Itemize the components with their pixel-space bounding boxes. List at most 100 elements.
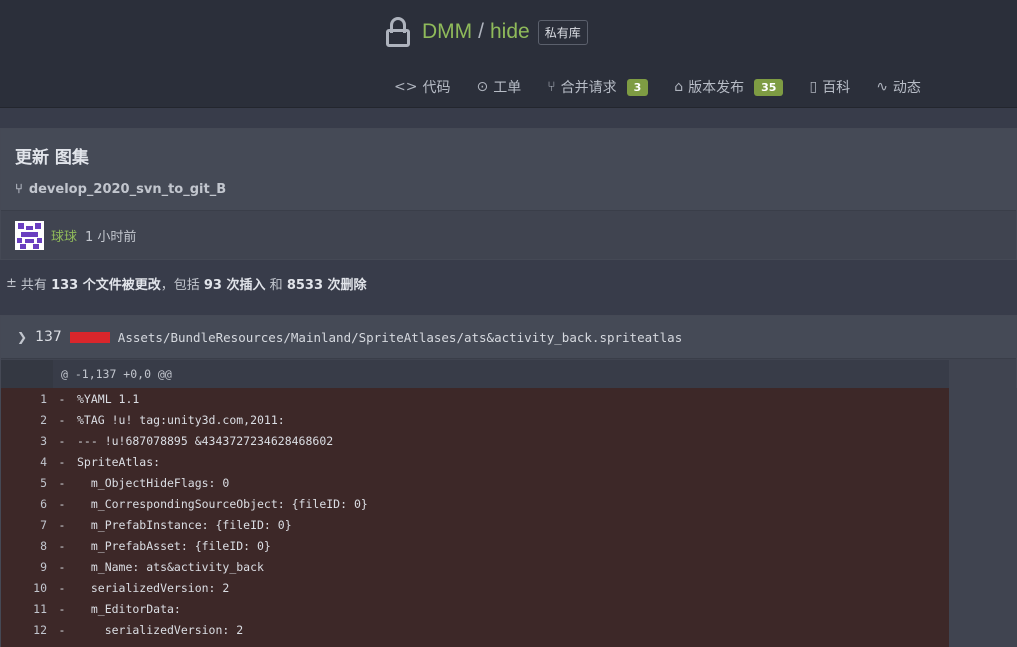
diff-line: 2- %TAG !u! tag:unity3d.com,2011: <box>1 409 949 430</box>
diff-marker: - <box>58 475 66 490</box>
stats-files: 133 个文件被更改 <box>51 278 161 293</box>
line-number[interactable]: 11 <box>1 602 47 616</box>
line-number[interactable]: 7 <box>1 518 47 532</box>
lock-icon <box>384 15 412 49</box>
tab-pulls-label: 合并请求 <box>560 80 617 96</box>
diff-marker: - <box>58 580 66 595</box>
file-diff: ❯ 137 Assets/BundleResources/Mainland/Sp… <box>0 315 1017 647</box>
diff-line: 10- serializedVersion: 2 <box>1 577 949 598</box>
line-number[interactable]: 9 <box>1 560 47 574</box>
diff-line <box>1 640 949 647</box>
hunk-gutter <box>1 360 53 388</box>
diff-marker: - <box>58 622 66 637</box>
repo-header: DMM / hide 私有库 <> 代码 ⊙ 工单 ⑂ 合并请求 3 ⌂ 版本发… <box>0 0 1017 108</box>
commit-author-row: 球球 1 小时前 <box>1 211 1016 260</box>
code-text: serializedVersion: 2 <box>77 580 230 595</box>
line-number[interactable]: 12 <box>1 623 47 637</box>
code-text: %TAG !u! tag:unity3d.com,2011: <box>77 412 285 427</box>
tab-issues-label: 工单 <box>493 80 522 96</box>
diff-line: 4- SpriteAtlas: <box>1 451 949 472</box>
avatar[interactable] <box>15 221 44 250</box>
tab-releases-label: 版本发布 <box>688 80 745 96</box>
line-number[interactable]: 10 <box>1 581 47 595</box>
branch-icon: ⑂ <box>15 182 23 197</box>
code-text: m_PrefabInstance: {fileID: 0} <box>77 517 292 532</box>
commit-header: 更新 图集 ⑂ develop_2020_svn_to_git_B <box>1 129 1016 211</box>
stats-mid: ，包括 <box>160 278 200 293</box>
tab-wiki[interactable]: ▯ 百科 <box>809 77 850 97</box>
chevron-down-icon[interactable]: ❯ <box>17 330 27 344</box>
code-text: SpriteAtlas: <box>77 454 161 469</box>
diff-stats: ± 共有 133 个文件被更改 ，包括 93 次插入 和 8533 次删除 <box>6 274 367 293</box>
code-text: %YAML 1.1 <box>77 391 140 406</box>
diff-line: 8- m_PrefabAsset: {fileID: 0} <box>1 535 949 556</box>
file-change-count: 137 <box>35 329 62 345</box>
tab-pulls[interactable]: ⑂ 合并请求 3 <box>547 77 649 97</box>
diff-line: 3- --- !u!687078895 &4343727234628468602 <box>1 430 949 451</box>
tab-activity[interactable]: ∿ 动态 <box>876 77 921 97</box>
repo-nav: <> 代码 ⊙ 工单 ⑂ 合并请求 3 ⌂ 版本发布 35 ▯ 百科 ∿ 动态 <box>394 76 947 98</box>
code-text: m_PrefabAsset: {fileID: 0} <box>77 538 271 553</box>
stats-and: 和 <box>269 278 283 293</box>
file-diff-header[interactable]: ❯ 137 Assets/BundleResources/Mainland/Sp… <box>1 316 1016 359</box>
commit-time: 1 小时前 <box>85 230 137 245</box>
code-text: m_Name: ats&activity_back <box>77 559 264 574</box>
commit-summary: 更新 图集 ⑂ develop_2020_svn_to_git_B 球球 1 小… <box>0 128 1017 260</box>
code-text: m_EditorData: <box>77 601 181 616</box>
diff-lines: 1- %YAML 1.1 2- %TAG !u! tag:unity3d.com,20… <box>1 388 949 647</box>
branch-link[interactable]: ⑂ develop_2020_svn_to_git_B <box>15 182 1002 197</box>
deletion-bar <box>69 331 110 343</box>
pulls-count-badge: 3 <box>626 78 649 96</box>
book-icon: ▯ <box>809 79 818 95</box>
repo-title: DMM / hide 私有库 <box>384 14 588 50</box>
diff-marker: - <box>58 433 66 448</box>
code-text: m_CorrespondingSourceObject: {fileID: 0} <box>77 496 368 511</box>
diff-marker: - <box>58 391 66 406</box>
repo-name-link[interactable]: hide <box>490 20 530 44</box>
diff-line: 9- m_Name: ats&activity_back <box>1 556 949 577</box>
repo-separator: / <box>478 20 484 43</box>
line-number[interactable]: 1 <box>1 392 47 406</box>
repo-owner-link[interactable]: DMM <box>422 20 472 44</box>
author-name-link[interactable]: 球球 <box>51 226 77 245</box>
diff-marker: - <box>58 538 66 553</box>
code-text: --- !u!687078895 &4343727234628468602 <box>77 433 334 448</box>
diff-line: 11- m_EditorData: <box>1 598 949 619</box>
tab-code-label: 代码 <box>422 80 451 96</box>
line-number[interactable]: 8 <box>1 539 47 553</box>
pull-request-icon: ⑂ <box>547 79 556 95</box>
pulse-icon: ∿ <box>876 79 888 95</box>
tab-issues[interactable]: ⊙ 工单 <box>476 77 521 97</box>
diff-line: 7- m_PrefabInstance: {fileID: 0} <box>1 514 949 535</box>
diff-marker: - <box>58 559 66 574</box>
code-icon: <> <box>394 79 418 95</box>
plus-minus-icon: ± <box>6 276 17 291</box>
diff-marker: - <box>58 601 66 616</box>
diff-line: 12- serializedVersion: 2 <box>1 619 949 640</box>
diff-line: 5- m_ObjectHideFlags: 0 <box>1 472 949 493</box>
hunk-text: @ -1,137 +0,0 @@ <box>61 367 172 381</box>
tab-activity-label: 动态 <box>892 80 921 96</box>
line-number[interactable]: 4 <box>1 455 47 469</box>
code-text: serializedVersion: 2 <box>77 622 244 637</box>
line-number[interactable]: 6 <box>1 497 47 511</box>
line-number[interactable]: 2 <box>1 413 47 427</box>
commit-title: 更新 图集 <box>15 148 89 168</box>
diff-marker: - <box>58 412 66 427</box>
tab-releases[interactable]: ⌂ 版本发布 35 <box>674 77 784 97</box>
diff-right-strip <box>949 388 1017 647</box>
line-number[interactable]: 5 <box>1 476 47 490</box>
diff-line: 6- m_CorrespondingSourceObject: {fileID:… <box>1 493 949 514</box>
stats-prefix: 共有 <box>20 278 47 293</box>
line-number[interactable]: 3 <box>1 434 47 448</box>
tab-code[interactable]: <> 代码 <box>394 77 450 97</box>
stats-deletions: 8533 次删除 <box>286 278 367 293</box>
tag-icon: ⌂ <box>674 79 684 95</box>
diff-marker: - <box>58 517 66 532</box>
issue-icon: ⊙ <box>476 79 489 95</box>
file-path: Assets/BundleResources/Mainland/SpriteAt… <box>117 329 683 345</box>
tab-wiki-label: 百科 <box>822 80 851 96</box>
diff-line: 1- %YAML 1.1 <box>1 388 949 409</box>
diff-marker: - <box>58 454 66 469</box>
branch-name: develop_2020_svn_to_git_B <box>28 182 227 197</box>
